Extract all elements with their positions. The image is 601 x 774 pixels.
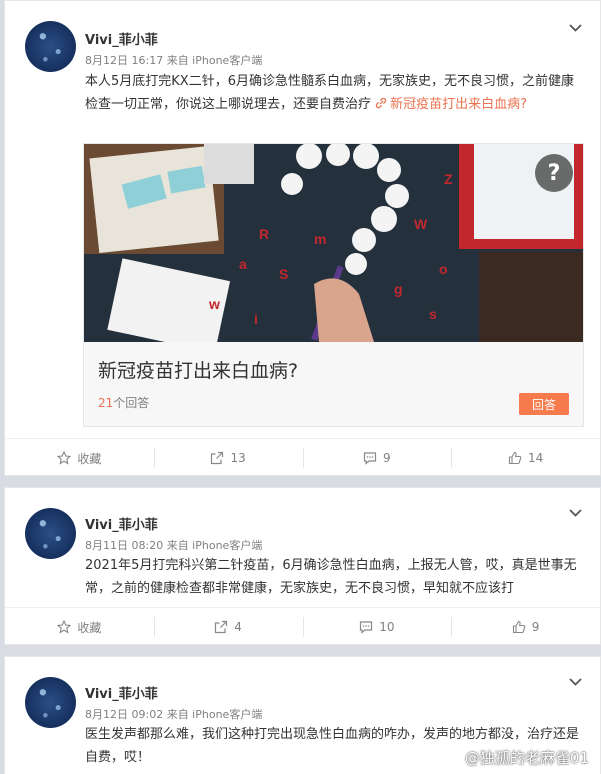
comment-count: 10	[379, 620, 395, 634]
chevron-down-icon[interactable]	[569, 506, 582, 519]
article-cover-image: R Sa m Wo g w Zi s ?	[84, 144, 583, 342]
avatar[interactable]	[25, 508, 76, 559]
comment-icon	[360, 621, 373, 634]
svg-text:a: a	[239, 256, 247, 272]
post-card: Vivi_菲小菲 8月11日 08:20 来自 iPhone客户端 2021年5…	[4, 487, 601, 645]
like-icon	[512, 620, 526, 634]
author-name[interactable]: Vivi_菲小菲	[85, 29, 158, 48]
like-button[interactable]: 9	[451, 608, 600, 646]
post-meta: 8月12日 16:17 来自 iPhone客户端	[85, 54, 263, 67]
repost-count: 4	[234, 620, 242, 634]
avatar[interactable]	[25, 21, 76, 72]
action-bar: 收藏 4 10 9	[5, 607, 600, 646]
weibo-logo-icon	[441, 750, 460, 766]
topic-link-label: 新冠疫苗打出来白血病?	[390, 97, 528, 112]
comment-count: 9	[383, 451, 391, 465]
svg-text:S: S	[279, 266, 288, 282]
star-icon	[57, 620, 72, 634]
svg-text:m: m	[314, 231, 326, 247]
like-count: 14	[527, 451, 544, 465]
avatar[interactable]	[25, 677, 76, 728]
comment-button[interactable]: 10	[302, 608, 452, 646]
answer-button[interactable]: 回答	[519, 393, 569, 415]
like-icon	[508, 451, 522, 465]
cover-illustration: R Sa m Wo g w Zi s	[84, 144, 583, 342]
watermark: @独孤的老麻雀01	[441, 747, 589, 768]
favorite-button[interactable]: 收藏	[5, 608, 154, 646]
svg-text:i: i	[254, 311, 258, 327]
author-name[interactable]: Vivi_菲小菲	[85, 514, 158, 533]
post-meta: 8月11日 08:20 来自 iPhone客户端	[85, 539, 263, 552]
like-count: 9	[531, 620, 540, 634]
repost-button[interactable]: 13	[153, 439, 303, 477]
article-answer-count: 21个回答	[98, 394, 149, 411]
post-meta: 8月12日 09:02 来自 iPhone客户端	[85, 708, 263, 721]
svg-text:o: o	[439, 261, 448, 277]
post-text-body: 2021年5月打完科兴第二针疫苗，6月确诊急性白血病，上报无人管，哎，真是世事无…	[85, 558, 577, 596]
svg-text:W: W	[414, 216, 428, 232]
link-icon	[375, 97, 387, 109]
repost-button[interactable]: 4	[153, 608, 303, 646]
favorite-label: 收藏	[77, 451, 102, 466]
repost-count: 13	[230, 451, 246, 465]
action-bar: 收藏 13 9 14	[5, 438, 600, 477]
chevron-down-icon[interactable]	[569, 21, 582, 34]
topic-link[interactable]: 新冠疫苗打出来白血病?	[375, 97, 527, 112]
help-icon[interactable]: ?	[535, 154, 573, 192]
article-card[interactable]: R Sa m Wo g w Zi s ? 新冠疫苗打出来白血病? 21个回答 回答	[83, 143, 584, 427]
watermark-text: @独孤的老麻雀01	[464, 749, 589, 767]
favorite-label: 收藏	[77, 620, 102, 635]
svg-text:g: g	[394, 281, 403, 297]
answer-count: 21	[98, 396, 114, 410]
svg-text:Z: Z	[444, 171, 453, 187]
repost-icon	[215, 620, 228, 634]
post-text: 本人5月底打完KX二针，6月确诊急性髓系白血病，无家族史，无不良习惯，之前健康检…	[85, 70, 582, 116]
post-card: Vivi_菲小菲 8月12日 16:17 来自 iPhone客户端 本人5月底打…	[4, 0, 601, 476]
post-text: 2021年5月打完科兴第二针疫苗，6月确诊急性白血病，上报无人管，哎，真是世事无…	[85, 554, 582, 600]
comment-icon	[363, 452, 377, 465]
svg-text:R: R	[259, 226, 269, 242]
repost-icon	[211, 451, 224, 465]
chevron-down-icon[interactable]	[569, 675, 582, 688]
like-button[interactable]: 14	[451, 439, 600, 477]
article-title[interactable]: 新冠疫苗打出来白血病?	[98, 356, 298, 383]
svg-text:s: s	[429, 306, 437, 322]
answer-count-suffix: 个回答	[113, 396, 150, 410]
favorite-button[interactable]: 收藏	[5, 439, 154, 477]
author-name[interactable]: Vivi_菲小菲	[85, 683, 158, 702]
comment-button[interactable]: 9	[302, 439, 452, 477]
svg-text:w: w	[208, 296, 220, 312]
star-icon	[57, 451, 72, 465]
